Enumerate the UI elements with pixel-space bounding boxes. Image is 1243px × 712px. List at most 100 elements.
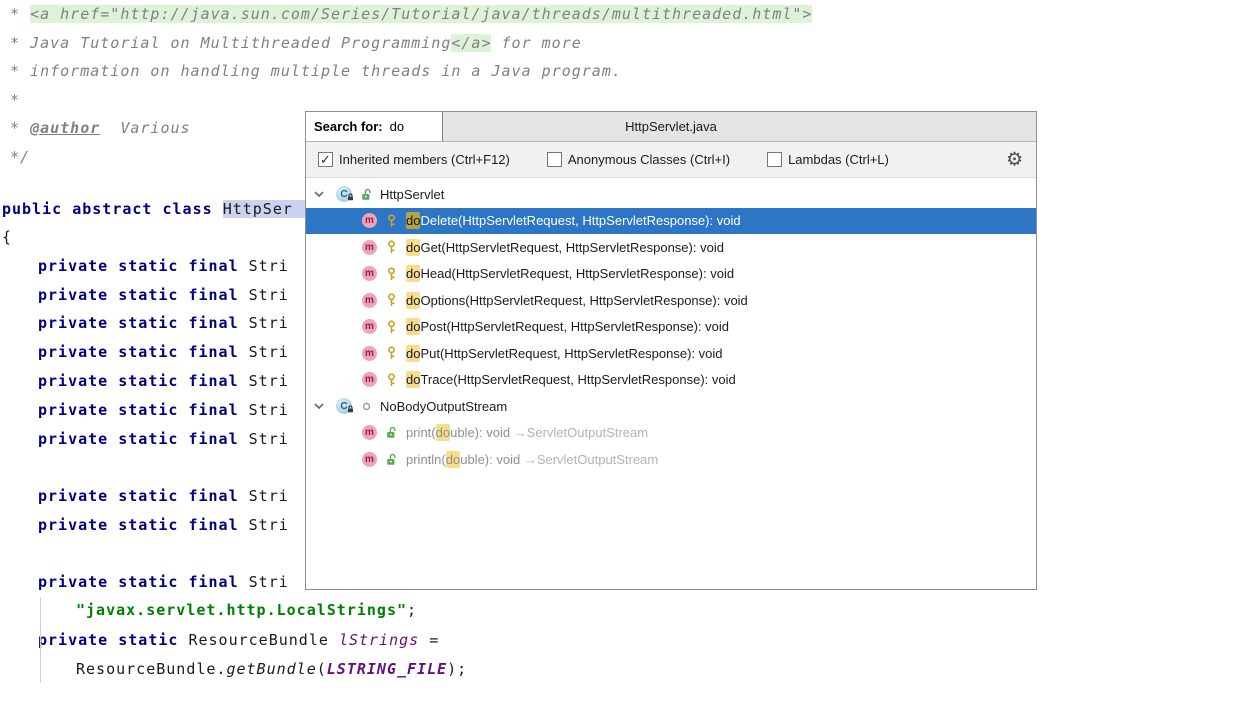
code-segment: Stri — [249, 372, 289, 390]
indent-guide — [40, 597, 41, 683]
search-label: Search for: — [314, 119, 383, 134]
code-segment: "javax.servlet.http.LocalStrings" — [76, 601, 407, 619]
code-segment: for more — [491, 34, 581, 52]
method-signature: doHead(HttpServletRequest, HttpServletRe… — [406, 266, 734, 281]
code-line[interactable]: private static final Stri — [38, 285, 289, 305]
code-segment: * information on handling multiple threa… — [10, 62, 622, 80]
defined-in-reference: →ServletOutputStream — [514, 425, 648, 440]
class-icon: C — [336, 186, 352, 202]
code-line[interactable]: { — [2, 227, 12, 247]
code-line[interactable]: private static final Stri — [38, 342, 289, 362]
code-segment: private static final — [38, 516, 249, 534]
search-match-highlight: do — [406, 345, 420, 362]
filter-label: Inherited members (Ctrl+F12) — [339, 152, 510, 167]
code-segment: Stri — [249, 430, 289, 448]
filter-checkbox-inherited[interactable]: ✓ Inherited members (Ctrl+F12) — [318, 152, 510, 167]
code-line[interactable]: private static final Stri — [38, 515, 289, 535]
code-segment: lStrings — [339, 631, 419, 649]
tree-row-doHead[interactable]: mdoHead(HttpServletRequest, HttpServletR… — [306, 261, 1036, 288]
code-segment: LSTRING_FILE — [327, 660, 447, 678]
code-segment: public abstract class — [2, 200, 223, 218]
code-segment: private static final — [38, 314, 249, 332]
code-segment: ; — [407, 601, 417, 619]
tree-row-doOptions[interactable]: mdoOptions(HttpServletRequest, HttpServl… — [306, 287, 1036, 314]
method-signature: doPost(HttpServletRequest, HttpServletRe… — [406, 319, 729, 334]
chevron-down-icon[interactable] — [313, 402, 325, 410]
search-box[interactable]: Search for: do — [306, 112, 443, 141]
code-segment: HttpSer — [223, 200, 306, 218]
code-line[interactable]: * Java Tutorial on Multithreaded Program… — [10, 33, 582, 53]
protected-key-icon — [385, 293, 397, 307]
tree-row-doPut[interactable]: mdoPut(HttpServletRequest, HttpServletRe… — [306, 340, 1036, 367]
code-segment: private static final — [38, 286, 249, 304]
code-segment: Stri — [249, 343, 289, 361]
tree-row-HttpServlet[interactable]: CHttpServlet — [306, 181, 1036, 208]
code-segment: <a href="http://java.sun.com/Series/Tuto… — [30, 5, 812, 23]
filter-label: Lambdas (Ctrl+L) — [788, 152, 889, 167]
checkbox-checked-icon[interactable]: ✓ — [318, 152, 333, 167]
settings-gear-icon[interactable]: ⚙ — [1006, 150, 1023, 169]
checkbox-unchecked-icon[interactable]: ✓ — [767, 152, 782, 167]
code-segment: * Java Tutorial on Multithreaded Program… — [10, 34, 451, 52]
code-line[interactable]: * — [10, 90, 20, 110]
code-line[interactable]: */ — [10, 147, 30, 167]
code-segment: Stri — [249, 257, 289, 275]
code-line[interactable]: private static final Stri — [38, 313, 289, 333]
tree-row-doTrace[interactable]: mdoTrace(HttpServletRequest, HttpServlet… — [306, 367, 1036, 394]
tree-row-doPost[interactable]: mdoPost(HttpServletRequest, HttpServletR… — [306, 314, 1036, 341]
code-segment: ); — [447, 660, 467, 678]
search-input[interactable]: do — [390, 119, 404, 134]
method-signature: println(double): void →ServletOutputStre… — [406, 452, 658, 467]
code-segment: Various — [100, 119, 190, 137]
protected-key-icon — [385, 320, 397, 334]
code-segment: private static final — [38, 257, 249, 275]
search-match-highlight: do — [406, 371, 420, 388]
protected-key-icon — [385, 267, 397, 281]
code-line[interactable]: private static final Stri — [38, 486, 289, 506]
tree-row-println[interactable]: mprintln(double): void →ServletOutputStr… — [306, 446, 1036, 473]
filter-checkbox-anonymous[interactable]: ✓Anonymous Classes (Ctrl+I) — [547, 152, 730, 167]
code-line[interactable]: private static final Stri — [38, 400, 289, 420]
lock-badge-icon — [347, 405, 354, 416]
code-segment: Stri — [249, 314, 289, 332]
package-private-icon — [360, 402, 372, 411]
tree-row-NoBodyOutputStream[interactable]: CNoBodyOutputStream — [306, 393, 1036, 420]
code-line[interactable]: * information on handling multiple threa… — [10, 61, 622, 81]
code-segment: Stri — [249, 516, 289, 534]
method-signature: doGet(HttpServletRequest, HttpServletRes… — [406, 240, 724, 255]
code-segment: = — [419, 631, 439, 649]
code-line[interactable]: private static final Stri — [38, 256, 289, 276]
code-segment: private static final — [38, 401, 249, 419]
code-line[interactable]: private static ResourceBundle lStrings = — [38, 630, 439, 650]
popup-titlebar: HttpServlet.java Search for: do — [306, 112, 1036, 142]
code-segment: @author — [30, 119, 100, 137]
code-line[interactable]: public abstract class HttpSer — [2, 199, 306, 219]
search-match-highlight: do — [406, 212, 420, 229]
ide-screen: * <a href="http://java.sun.com/Series/Tu… — [0, 0, 1243, 712]
code-segment: private static final — [38, 343, 249, 361]
code-line[interactable]: ResourceBundle.getBundle(LSTRING_FILE); — [76, 659, 467, 679]
code-line[interactable]: private static final Stri — [38, 371, 289, 391]
code-segment: private static — [38, 631, 188, 649]
code-segment: Stri — [249, 573, 289, 591]
chevron-down-icon[interactable] — [313, 190, 325, 198]
code-line[interactable]: * @author Various — [10, 118, 191, 138]
code-segment: * — [10, 5, 30, 23]
search-match-highlight: do — [446, 451, 460, 468]
checkbox-unchecked-icon[interactable]: ✓ — [547, 152, 562, 167]
method-icon: m — [362, 240, 377, 255]
tree-row-doDelete[interactable]: mdoDelete(HttpServletRequest, HttpServle… — [306, 208, 1036, 235]
filter-checkbox-lambdas[interactable]: ✓ Lambdas (Ctrl+L) — [767, 152, 889, 167]
code-line[interactable]: private static final Stri — [38, 429, 289, 449]
search-match-highlight: do — [436, 424, 450, 441]
code-segment: * — [10, 91, 20, 109]
code-segment: ( — [317, 660, 327, 678]
popup-toolbar: ✓ Inherited members (Ctrl+F12) ✓Anonymous … — [306, 142, 1036, 178]
code-segment: Stri — [249, 487, 289, 505]
tree-row-print[interactable]: mprint(double): void →ServletOutputStrea… — [306, 420, 1036, 447]
tree-row-doGet[interactable]: m doGet(HttpServletRequest, HttpServletRe… — [306, 234, 1036, 261]
code-line[interactable]: * <a href="http://java.sun.com/Series/Tu… — [10, 4, 812, 24]
code-line[interactable]: "javax.servlet.http.LocalStrings"; — [76, 600, 417, 620]
code-segment: ResourceBundle — [188, 631, 338, 649]
code-line[interactable]: private static final Stri — [38, 572, 289, 592]
